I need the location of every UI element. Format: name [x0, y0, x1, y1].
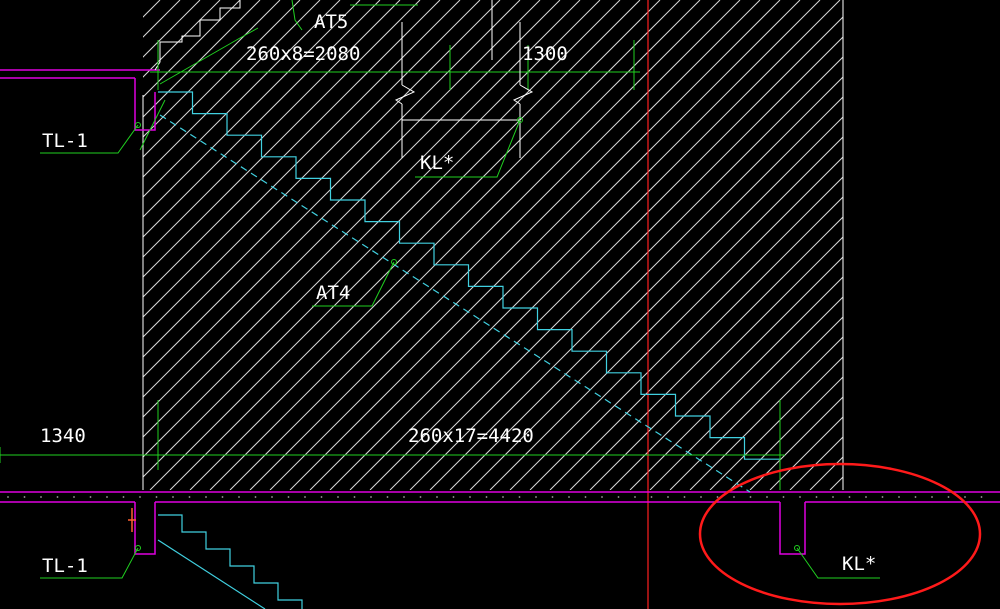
label-tl1-top: TL-1 [42, 130, 88, 152]
dim-lower-flight: 260x17=4420 [408, 425, 534, 447]
stair-at5-steps [154, 0, 241, 71]
stair-at4-steps [158, 91, 780, 460]
label-kl-bottom: KL* [842, 553, 876, 575]
lower-slab [0, 491, 1000, 555]
dim-upper-right: 1300 [522, 43, 568, 65]
label-kl-top: KL* [420, 152, 454, 174]
label-tl1-bottom: TL-1 [42, 555, 88, 577]
dim-lower-left: 1340 [40, 425, 86, 447]
upper-slab [0, 69, 160, 131]
lower-stair-steps [158, 514, 303, 609]
region-border [142, 0, 844, 490]
cad-drawing-canvas: AT5 260x8=2080 1300 TL-1 KL* AT4 1340 26… [0, 0, 1000, 609]
hatched-wall-region [143, 0, 843, 490]
label-at5: AT5 [314, 11, 348, 33]
label-at4: AT4 [316, 282, 350, 304]
lower-stair-soffit [157, 539, 266, 609]
dim-upper-flight: 260x8=2080 [246, 43, 360, 65]
highlight-ellipse [698, 462, 982, 606]
slab-aggregate [7, 496, 983, 498]
